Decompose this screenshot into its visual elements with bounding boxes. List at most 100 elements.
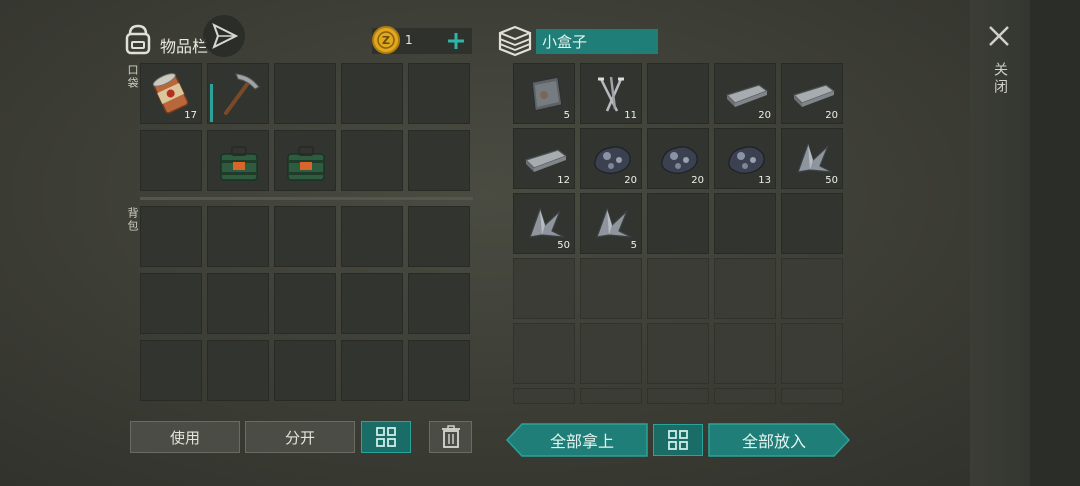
container-slot[interactable] xyxy=(781,193,843,254)
pocket-slot[interactable] xyxy=(140,130,202,191)
add-coins-button[interactable] xyxy=(444,28,468,54)
container-slot[interactable]: 50 xyxy=(781,128,843,189)
close-label[interactable]: 关闭 xyxy=(990,62,1010,96)
trash-icon xyxy=(441,425,460,448)
container-slot[interactable] xyxy=(580,388,642,404)
item-quantity: 20 xyxy=(758,110,771,121)
container-slot[interactable] xyxy=(647,63,709,124)
container-slot[interactable] xyxy=(647,193,709,254)
backpack-slot[interactable] xyxy=(207,273,269,334)
pocket-slot[interactable] xyxy=(341,130,403,191)
right-edge-background xyxy=(1030,0,1080,486)
take-all-button[interactable]: 全部拿上 xyxy=(506,423,648,457)
container-slot[interactable] xyxy=(580,323,642,384)
pocket-slot[interactable] xyxy=(341,63,403,124)
pocket-slot[interactable]: 17 xyxy=(140,63,202,124)
container-slot[interactable] xyxy=(781,258,843,319)
item-quantity: 13 xyxy=(758,175,771,186)
container-slot[interactable] xyxy=(580,258,642,319)
scrap-metal-icon xyxy=(587,199,637,249)
take-all-label: 全部拿上 xyxy=(549,432,614,451)
sort-container-button[interactable] xyxy=(653,424,703,456)
split-button[interactable]: 分开 xyxy=(245,421,355,453)
item-quantity: 5 xyxy=(630,240,637,251)
item-quantity: 50 xyxy=(825,175,838,186)
container-slot[interactable] xyxy=(714,193,776,254)
backpack-slot[interactable] xyxy=(341,340,403,401)
item-quantity: 5 xyxy=(563,110,570,121)
grid-icon xyxy=(376,427,396,447)
container-slot[interactable] xyxy=(714,258,776,319)
container-slot[interactable]: 20 xyxy=(714,63,776,124)
backpack-slot[interactable] xyxy=(207,206,269,267)
container-slot[interactable] xyxy=(714,323,776,384)
container-slot[interactable]: 20 xyxy=(580,128,642,189)
plus-icon xyxy=(448,33,464,49)
container-slot[interactable]: 50 xyxy=(513,193,575,254)
container-slot[interactable]: 20 xyxy=(647,128,709,189)
container-slot[interactable] xyxy=(647,258,709,319)
container-slot[interactable] xyxy=(647,323,709,384)
container-slot[interactable]: 13 xyxy=(714,128,776,189)
pocket-slot[interactable] xyxy=(408,130,470,191)
pocket-slot[interactable] xyxy=(408,63,470,124)
use-button[interactable]: 使用 xyxy=(130,421,240,453)
item-quantity: 20 xyxy=(825,110,838,121)
green-crate-icon xyxy=(214,136,264,186)
metal-plate-icon xyxy=(520,69,570,119)
backpack-slot[interactable] xyxy=(207,340,269,401)
pocket-label: 口袋 xyxy=(126,64,139,90)
backpack-slot[interactable] xyxy=(274,340,336,401)
sort-inventory-button[interactable] xyxy=(361,421,411,453)
backpack-slot[interactable] xyxy=(408,340,470,401)
container-slot[interactable] xyxy=(714,388,776,404)
container-slot[interactable]: 11 xyxy=(580,63,642,124)
put-all-button[interactable]: 全部放入 xyxy=(708,423,850,457)
backpack-slot[interactable] xyxy=(408,206,470,267)
pocket-divider xyxy=(140,197,473,200)
pocket-slot[interactable] xyxy=(207,130,269,191)
container-slot[interactable] xyxy=(781,323,843,384)
container-slot[interactable] xyxy=(513,388,575,404)
backpack-slot[interactable] xyxy=(341,206,403,267)
container-slot[interactable]: 5 xyxy=(580,193,642,254)
backpack-icon xyxy=(122,22,154,56)
backpack-slot[interactable] xyxy=(140,206,202,267)
svg-text:Z: Z xyxy=(382,34,390,47)
backpack-slot[interactable] xyxy=(408,273,470,334)
coin-count: 1 xyxy=(405,33,413,47)
delete-button[interactable] xyxy=(429,421,472,453)
container-slot[interactable]: 20 xyxy=(781,63,843,124)
backpack-slot[interactable] xyxy=(341,273,403,334)
close-button[interactable] xyxy=(985,22,1013,50)
paper-plane-icon xyxy=(212,22,239,50)
container-slot[interactable] xyxy=(781,388,843,404)
backpack-slot[interactable] xyxy=(140,273,202,334)
coin-icon: Z xyxy=(371,25,401,55)
item-quantity: 17 xyxy=(184,110,197,121)
pickaxe-icon xyxy=(214,69,264,119)
send-button[interactable] xyxy=(203,15,245,57)
container-slot[interactable]: 5 xyxy=(513,63,575,124)
item-quantity: 50 xyxy=(557,240,570,251)
backpack-slot[interactable] xyxy=(140,340,202,401)
pocket-slot[interactable] xyxy=(207,63,269,124)
backpack-slot[interactable] xyxy=(274,273,336,334)
backpack-slot[interactable] xyxy=(274,206,336,267)
container-slot[interactable] xyxy=(647,388,709,404)
put-all-label: 全部放入 xyxy=(741,432,806,451)
pocket-slot[interactable] xyxy=(274,63,336,124)
container-slot[interactable] xyxy=(513,258,575,319)
container-name-field[interactable]: 小盒子 xyxy=(536,29,658,54)
pocket-slot[interactable] xyxy=(274,130,336,191)
item-quantity: 20 xyxy=(691,175,704,186)
green-crate-icon xyxy=(281,136,331,186)
item-quantity: 12 xyxy=(557,175,570,186)
close-icon xyxy=(989,26,1009,46)
container-slot[interactable]: 12 xyxy=(513,128,575,189)
item-quantity: 20 xyxy=(624,175,637,186)
container-slot[interactable] xyxy=(513,323,575,384)
inventory-title: 物品栏 xyxy=(160,37,209,56)
box-icon xyxy=(497,24,533,58)
backpack-label: 背包 xyxy=(126,207,139,233)
